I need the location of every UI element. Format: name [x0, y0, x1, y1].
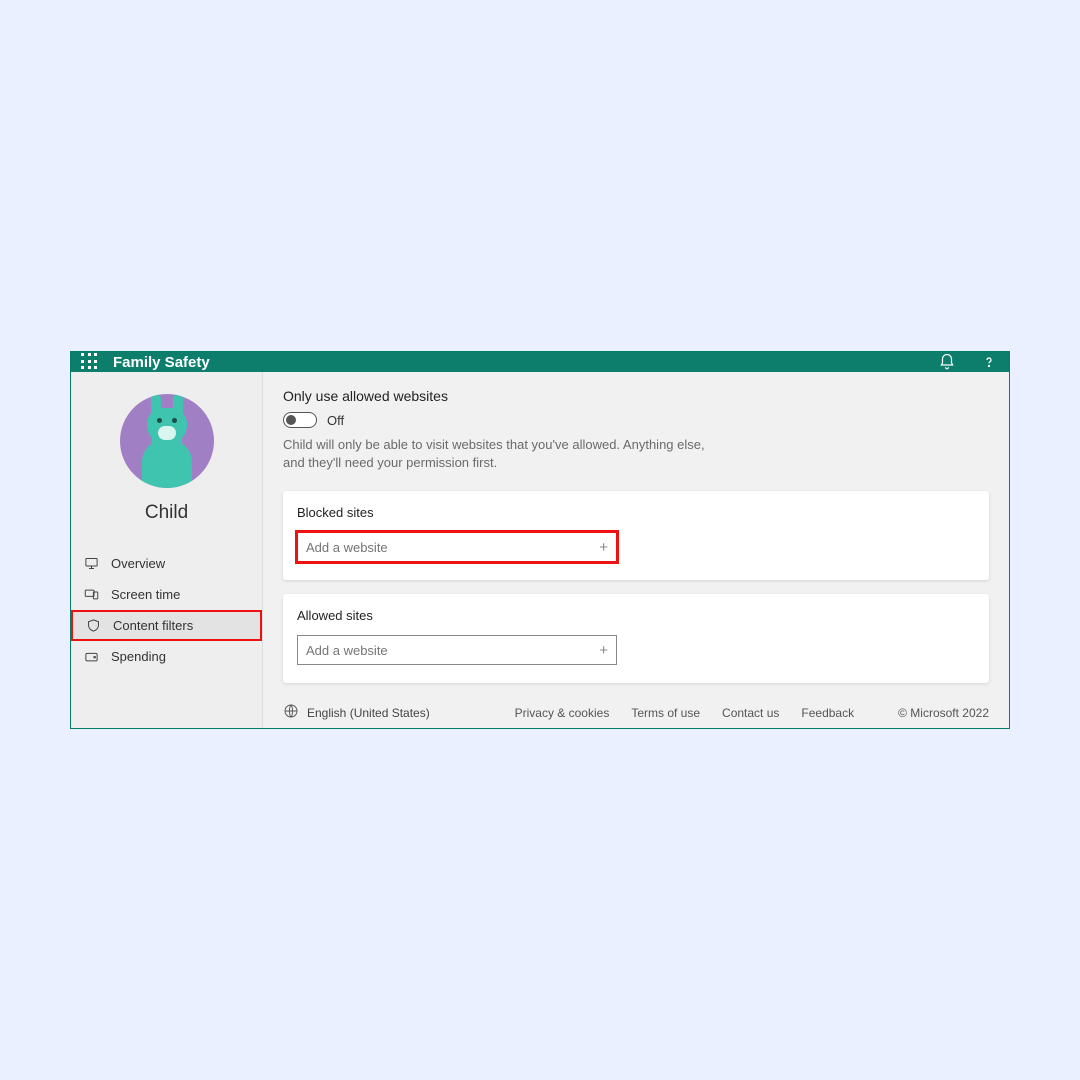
allowed-site-input[interactable]	[306, 643, 599, 658]
avatar	[120, 394, 214, 488]
allowed-sites-card: Allowed sites +	[283, 594, 989, 683]
sidebar-item-label: Screen time	[111, 587, 180, 602]
app-window: Family Safety Ch	[70, 351, 1010, 729]
footer: English (United States) Privacy & cookie…	[283, 697, 989, 722]
monitor-icon	[83, 556, 99, 572]
sidebar-item-content-filters[interactable]: Content filters	[71, 610, 262, 641]
blocked-site-input-wrap: +	[297, 532, 617, 562]
shield-icon	[85, 618, 101, 634]
profile-name: Child	[145, 502, 188, 524]
sidebar-item-label: Content filters	[113, 618, 193, 633]
blocked-site-input[interactable]	[306, 540, 599, 555]
sidebar-item-screen-time[interactable]: Screen time	[71, 579, 262, 610]
plus-icon[interactable]: +	[599, 539, 608, 556]
allowed-websites-toggle[interactable]	[283, 412, 317, 428]
section-title: Only use allowed websites	[283, 388, 989, 404]
footer-link-feedback[interactable]: Feedback	[801, 706, 854, 720]
toggle-state-label: Off	[327, 413, 344, 428]
language-label[interactable]: English (United States)	[307, 706, 430, 720]
copyright: © Microsoft 2022	[898, 706, 989, 720]
blocked-sites-title: Blocked sites	[297, 505, 975, 520]
app-launcher-icon[interactable]	[81, 353, 99, 371]
allowed-sites-title: Allowed sites	[297, 608, 975, 623]
devices-icon	[83, 587, 99, 603]
footer-link-contact[interactable]: Contact us	[722, 706, 779, 720]
blocked-sites-card: Blocked sites +	[283, 491, 989, 580]
sidebar: Child Overview Screen time	[71, 372, 263, 729]
allowed-site-input-wrap: +	[297, 635, 617, 665]
titlebar: Family Safety	[71, 352, 1009, 372]
app-title: Family Safety	[113, 354, 210, 371]
sidebar-item-spending[interactable]: Spending	[71, 641, 262, 672]
bell-icon[interactable]	[937, 352, 957, 372]
sidebar-item-label: Overview	[111, 556, 165, 571]
wallet-icon	[83, 649, 99, 665]
section-description: Child will only be able to visit website…	[283, 436, 723, 471]
globe-icon	[283, 703, 299, 722]
help-icon[interactable]	[979, 352, 999, 372]
main-content: Only use allowed websites Off Child will…	[263, 372, 1009, 729]
plus-icon[interactable]: +	[599, 642, 608, 659]
sidebar-item-label: Spending	[111, 649, 166, 664]
footer-link-terms[interactable]: Terms of use	[631, 706, 700, 720]
sidebar-item-overview[interactable]: Overview	[71, 548, 262, 579]
footer-link-privacy[interactable]: Privacy & cookies	[515, 706, 610, 720]
